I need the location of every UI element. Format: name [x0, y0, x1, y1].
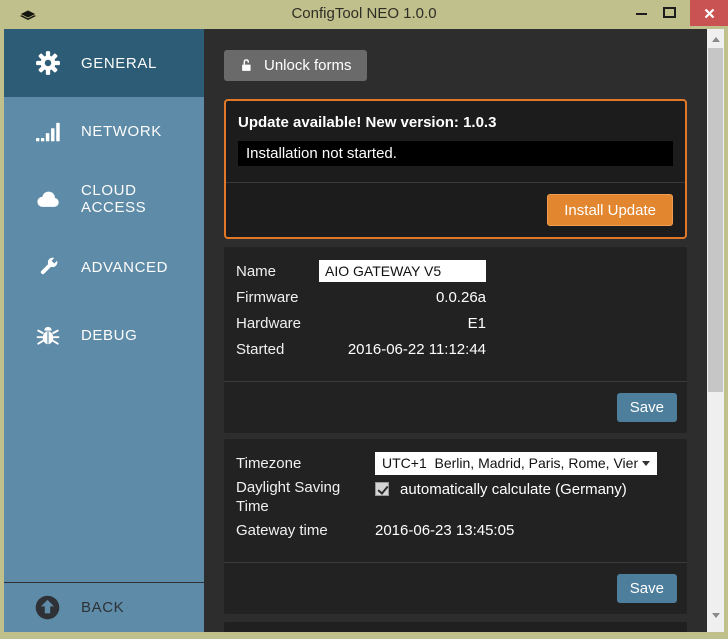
back-arrow-icon [34, 594, 61, 621]
form-row-name: Name [236, 259, 675, 283]
timezone-select[interactable]: UTC+1 Berlin, Madrid, Paris, Rome, Vienn… [375, 452, 657, 475]
time-form-panel: Timezone UTC+1 Berlin, Madrid, Paris, Ro… [224, 439, 687, 614]
cloud-icon [34, 186, 61, 213]
device-form-footer: Save [224, 381, 687, 433]
minimize-icon[interactable] [636, 13, 647, 15]
update-status-field: Installation not started. [238, 141, 673, 166]
chevron-down-icon [642, 461, 650, 466]
gateway-time-value: 2016-06-23 13:45:05 [375, 522, 514, 539]
timezone-selected-value: UTC+1 Berlin, Madrid, Paris, Rome, Vienn… [382, 455, 638, 471]
form-row-dst: Daylight Saving Time automatically calcu… [236, 477, 675, 516]
sidebar-item-label: CLOUD ACCESS [81, 182, 204, 216]
scrollbar-down-icon[interactable] [707, 607, 724, 624]
started-label: Started [236, 341, 319, 358]
name-label: Name [236, 263, 319, 280]
started-value: 2016-06-22 11:12:44 [319, 341, 486, 358]
hardware-label: Hardware [236, 315, 319, 332]
back-label: BACK [81, 599, 124, 616]
next-panel-partial [224, 622, 687, 632]
maximize-icon[interactable] [663, 7, 676, 18]
titlebar: ConfigTool NEO 1.0.0 [0, 0, 728, 29]
gear-icon [34, 50, 61, 77]
sidebar: GENERAL NETWORK [4, 29, 204, 632]
update-panel-body: Update available! New version: 1.0.3 Ins… [226, 101, 685, 182]
window-title: ConfigTool NEO 1.0.0 [0, 0, 728, 29]
sidebar-item-back[interactable]: BACK [4, 582, 204, 632]
scrollbar-thumb[interactable] [708, 48, 723, 392]
timezone-label: Timezone [236, 455, 375, 472]
sidebar-item-label: NETWORK [81, 123, 162, 140]
device-save-button[interactable]: Save [617, 393, 677, 422]
update-panel: Update available! New version: 1.0.3 Ins… [224, 99, 687, 239]
vertical-scrollbar[interactable] [707, 29, 724, 632]
update-panel-footer: Install Update [226, 182, 685, 237]
scrollbar-up-icon[interactable] [707, 31, 724, 48]
hardware-value: E1 [319, 315, 486, 332]
dst-label: Daylight Saving Time [236, 477, 375, 516]
bug-icon [34, 322, 61, 349]
form-row-gateway-time: Gateway time 2016-06-23 13:45:05 [236, 518, 675, 542]
firmware-label: Firmware [236, 289, 319, 306]
device-form-panel: Name Firmware 0.0.26a Hardware E1 Starte… [224, 247, 687, 433]
time-save-button[interactable]: Save [617, 574, 677, 603]
sidebar-item-label: ADVANCED [81, 259, 168, 276]
wrench-icon [34, 254, 61, 281]
update-title: Update available! New version: 1.0.3 [238, 114, 673, 131]
form-row-started: Started 2016-06-22 11:12:44 [236, 337, 675, 361]
unlock-forms-button[interactable]: Unlock forms [224, 50, 367, 81]
close-icon[interactable] [690, 0, 728, 26]
form-row-timezone: Timezone UTC+1 Berlin, Madrid, Paris, Ro… [236, 451, 675, 475]
sidebar-spacer [4, 369, 204, 582]
unlock-icon [239, 58, 254, 73]
signal-bars-icon [34, 118, 61, 145]
sidebar-item-network[interactable]: NETWORK [4, 97, 204, 165]
time-form-footer: Save [224, 562, 687, 614]
form-row-hardware: Hardware E1 [236, 311, 675, 335]
dst-option-label: automatically calculate (Germany) [400, 480, 627, 499]
dst-checkbox[interactable] [375, 482, 389, 496]
app-window: ConfigTool NEO 1.0.0 [0, 0, 728, 639]
gateway-time-label: Gateway time [236, 522, 375, 539]
sidebar-item-advanced[interactable]: ADVANCED [4, 233, 204, 301]
sidebar-item-debug[interactable]: DEBUG [4, 301, 204, 369]
name-input[interactable] [319, 260, 486, 282]
firmware-value: 0.0.26a [319, 289, 486, 306]
unlock-forms-label: Unlock forms [264, 57, 352, 74]
main-content: Unlock forms Update available! New versi… [204, 29, 707, 632]
sidebar-item-label: DEBUG [81, 327, 137, 344]
install-update-button[interactable]: Install Update [547, 194, 673, 226]
sidebar-item-cloud-access[interactable]: CLOUD ACCESS [4, 165, 204, 233]
form-row-firmware: Firmware 0.0.26a [236, 285, 675, 309]
sidebar-item-general[interactable]: GENERAL [4, 29, 204, 97]
sidebar-item-label: GENERAL [81, 55, 157, 72]
